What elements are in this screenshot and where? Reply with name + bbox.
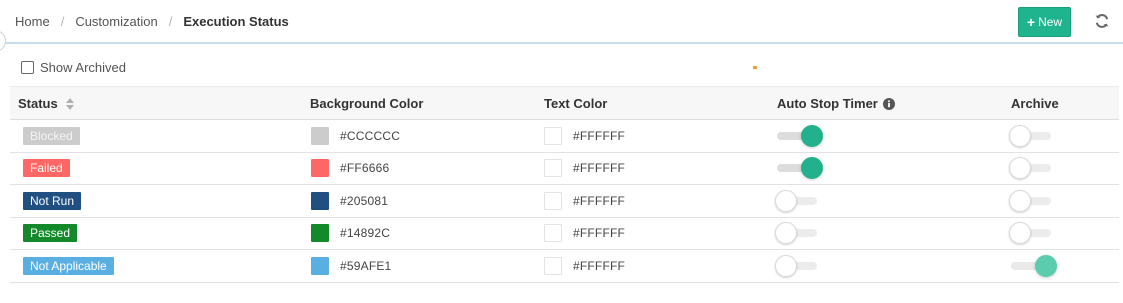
auto-stop-timer-cell: [777, 153, 823, 185]
background-color-value: #14892C: [340, 226, 391, 241]
status-cell: Passed: [23, 218, 78, 250]
column-auto-stop-timer-label: Auto Stop Timer: [777, 96, 878, 111]
background-color-value: #CCCCCC: [340, 128, 401, 143]
show-archived-label: Show Archived: [40, 60, 126, 75]
table-row[interactable]: Not Run #205081 #FFFFFF: [10, 185, 1119, 218]
background-color-value: #205081: [340, 193, 389, 208]
new-button-label: New: [1038, 15, 1063, 29]
refresh-icon[interactable]: [1093, 11, 1111, 31]
table-body: Blocked #CCCCCC #FFFFFF Failed #FF6666 #FFFFF…: [10, 120, 1119, 283]
text-color-cell[interactable]: #FFFFFF: [544, 153, 625, 185]
new-button[interactable]: + New: [1018, 7, 1071, 37]
auto-stop-timer-toggle[interactable]: [777, 124, 823, 147]
text-color-value: #FFFFFF: [573, 258, 626, 273]
text-color-value: #FFFFFF: [573, 193, 626, 208]
archive-cell: [1009, 218, 1057, 250]
auto-stop-timer-cell: [775, 185, 823, 217]
text-color-swatch[interactable]: [544, 159, 562, 178]
text-color-cell[interactable]: #FFFFFF: [544, 185, 625, 217]
background-color-cell[interactable]: #205081: [311, 185, 388, 217]
text-color-swatch[interactable]: [544, 256, 562, 275]
table-row[interactable]: Failed #FF6666 #FFFFFF: [10, 153, 1119, 185]
background-color-cell[interactable]: #FF6666: [311, 153, 389, 185]
column-auto-stop-timer: Auto Stop Timer: [777, 87, 895, 121]
table-row[interactable]: Passed #14892C #FFFFFF: [10, 218, 1119, 250]
text-color-swatch[interactable]: [544, 126, 562, 145]
status-badge: Not Run: [23, 191, 82, 210]
background-color-swatch[interactable]: [311, 191, 329, 210]
archive-toggle[interactable]: [1009, 222, 1057, 245]
text-color-cell[interactable]: #FFFFFF: [544, 218, 625, 250]
auto-stop-timer-cell: [775, 218, 823, 250]
text-color-value: #FFFFFF: [573, 226, 626, 241]
text-color-cell[interactable]: #FFFFFF: [544, 250, 625, 282]
auto-stop-timer-toggle[interactable]: [777, 157, 823, 180]
status-cell: Not Run: [23, 185, 82, 217]
loading-indicator: [753, 66, 757, 69]
auto-stop-timer-toggle[interactable]: [775, 189, 823, 212]
archive-cell: [1009, 185, 1057, 217]
background-color-swatch[interactable]: [311, 159, 329, 178]
sort-icon[interactable]: [65, 98, 74, 110]
column-text-color: Text Color: [544, 96, 608, 111]
sidebar-collapse-handle[interactable]: [0, 30, 6, 52]
plus-icon: +: [1026, 14, 1036, 30]
status-badge: Failed: [23, 159, 70, 178]
table-row[interactable]: Not Applicable #59AFE1 #FFFFFF: [10, 250, 1119, 283]
background-color-swatch[interactable]: [311, 126, 329, 145]
info-icon[interactable]: [882, 98, 895, 110]
text-color-swatch[interactable]: [544, 224, 562, 243]
status-cell: Blocked: [23, 120, 80, 152]
breadcrumb-separator: /: [168, 14, 173, 29]
breadcrumb-customization[interactable]: Customization: [75, 14, 157, 29]
archive-cell: [1009, 120, 1057, 152]
page-title: Execution Status: [183, 14, 289, 29]
text-color-value: #FFFFFF: [573, 161, 626, 176]
header-bar: Home / Customization / Execution Status …: [0, 0, 1123, 52]
text-color-swatch[interactable]: [544, 191, 562, 210]
show-archived-checkbox[interactable]: Show Archived: [21, 60, 126, 75]
archive-toggle[interactable]: [1011, 254, 1057, 277]
column-archive: Archive: [1011, 96, 1059, 111]
checkbox-box[interactable]: [21, 61, 34, 74]
background-color-cell[interactable]: #CCCCCC: [311, 120, 400, 152]
background-color-swatch[interactable]: [311, 224, 329, 243]
text-color-cell[interactable]: #FFFFFF: [544, 120, 625, 152]
auto-stop-timer-cell: [775, 250, 823, 282]
breadcrumb: Home / Customization / Execution Status: [15, 14, 289, 29]
auto-stop-timer-toggle[interactable]: [775, 222, 823, 245]
archive-cell: [1011, 250, 1057, 282]
status-table: Status Background Color Text Color Auto …: [10, 86, 1119, 283]
background-color-value: #FF6666: [340, 161, 390, 176]
column-status[interactable]: Status: [18, 87, 74, 121]
archive-cell: [1009, 153, 1057, 185]
column-status-label: Status: [18, 96, 58, 111]
background-color-cell[interactable]: #59AFE1: [311, 250, 391, 282]
archive-toggle[interactable]: [1009, 189, 1057, 212]
text-color-value: #FFFFFF: [573, 128, 626, 143]
table-header: Status Background Color Text Color Auto …: [10, 86, 1119, 120]
breadcrumb-separator: /: [60, 14, 65, 29]
background-color-swatch[interactable]: [311, 256, 329, 275]
status-badge: Blocked: [23, 126, 80, 145]
column-background-color: Background Color: [310, 96, 424, 111]
breadcrumb-home[interactable]: Home: [15, 14, 50, 29]
archive-toggle[interactable]: [1009, 124, 1057, 147]
auto-stop-timer-toggle[interactable]: [775, 254, 823, 277]
table-row[interactable]: Blocked #CCCCCC #FFFFFF: [10, 120, 1119, 153]
background-color-value: #59AFE1: [340, 258, 392, 273]
archive-toggle[interactable]: [1009, 157, 1057, 180]
status-badge: Not Applicable: [23, 256, 114, 275]
status-badge: Passed: [23, 224, 78, 243]
status-cell: Failed: [23, 153, 70, 185]
status-cell: Not Applicable: [23, 250, 114, 282]
auto-stop-timer-cell: [777, 120, 823, 152]
background-color-cell[interactable]: #14892C: [311, 218, 390, 250]
